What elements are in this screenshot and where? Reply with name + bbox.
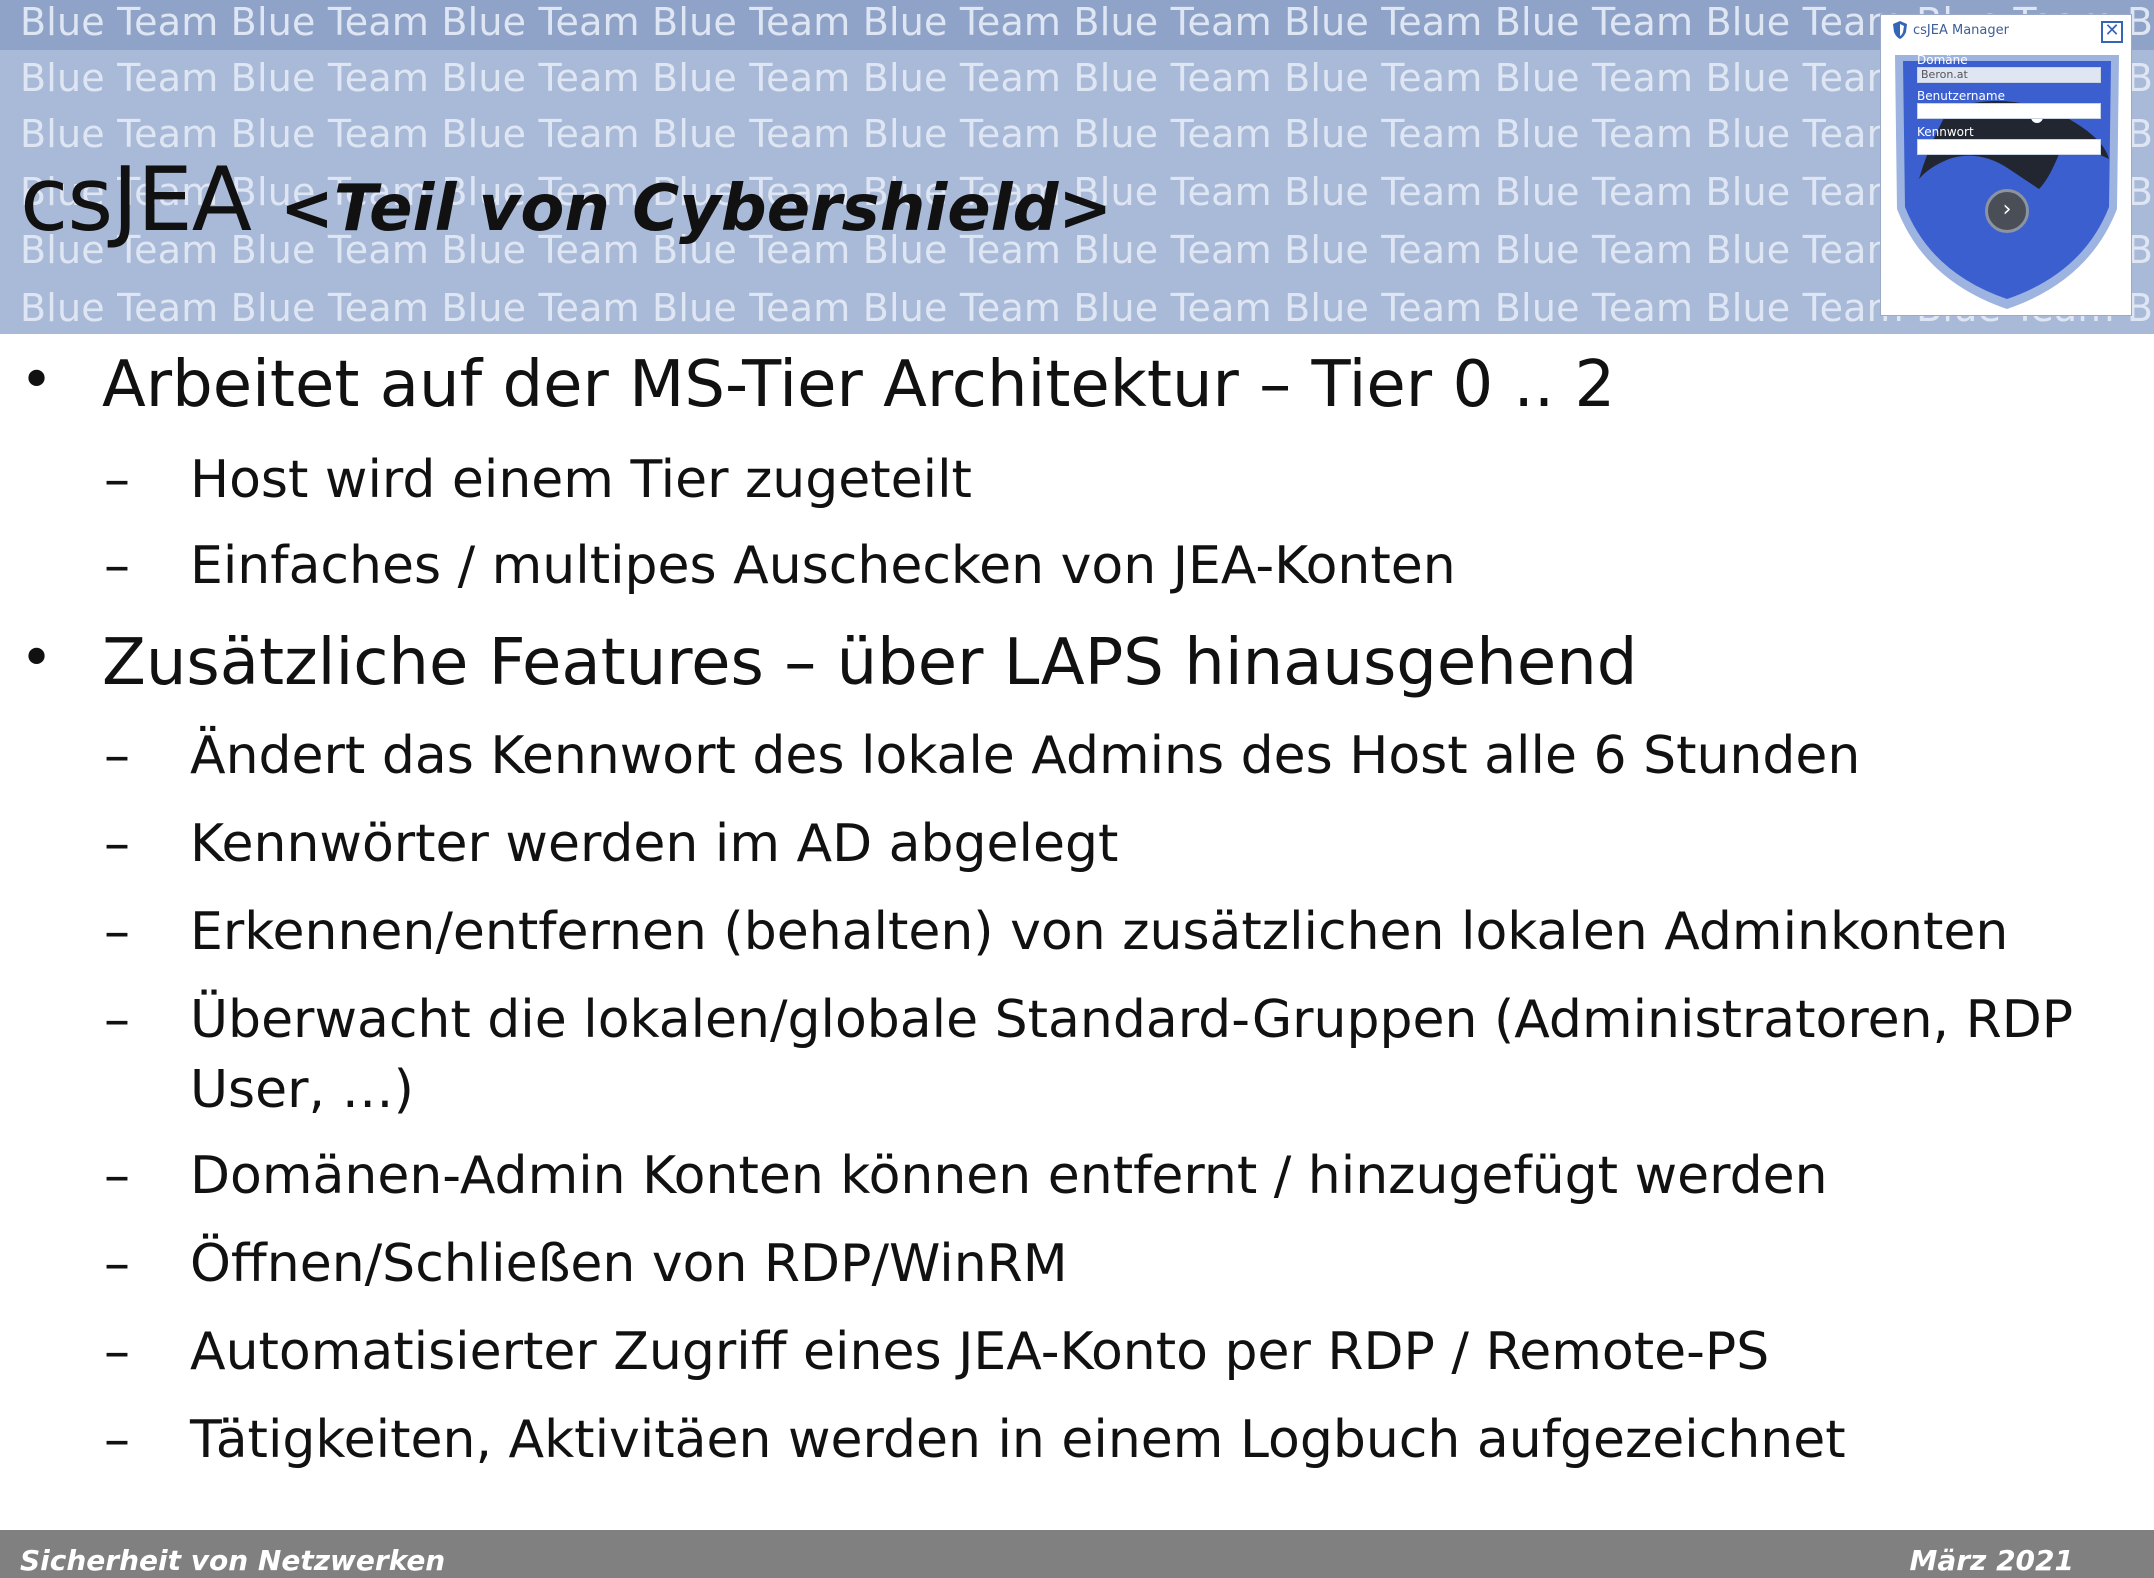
footer-date: März 2021 (1909, 1544, 2074, 1577)
dash-marker: – (104, 1322, 130, 1382)
sub-bullet-item-continuation: User, …) (190, 1060, 414, 1120)
slide-title: csJEA <Teil von Cybershield> (20, 148, 1112, 251)
username-label: Benutzername (1917, 89, 2005, 103)
dash-marker: – (104, 814, 130, 874)
username-field[interactable] (1917, 103, 2101, 119)
bullet-marker: • (20, 626, 54, 691)
close-button[interactable]: ✕ (2101, 21, 2123, 43)
sub-bullet-item: Ändert das Kennwort des lokale Admins de… (190, 726, 1861, 786)
dash-marker: – (104, 536, 130, 596)
password-field[interactable] (1917, 139, 2101, 155)
dash-marker: – (104, 902, 130, 962)
sub-bullet-item: Einfaches / multipes Auschecken von JEA-… (190, 536, 1456, 596)
dash-marker: – (104, 1234, 130, 1294)
csjea-manager-window: csJEA Manager ✕ Domäne Beron.at Benutzer… (1880, 14, 2132, 316)
sub-bullet-item: Host wird einem Tier zugeteilt (190, 450, 972, 510)
sub-bullet-item: Überwacht die lokalen/globale Standard-G… (190, 990, 2074, 1050)
domain-field[interactable]: Beron.at (1917, 67, 2101, 83)
sub-bullet-item: Kennwörter werden im AD abgelegt (190, 814, 1119, 874)
window-titlebar: csJEA Manager ✕ (1881, 15, 2131, 49)
shield-icon (1893, 21, 1907, 39)
watermark-row: Blue Team Blue Team Blue Team Blue Team … (20, 0, 2154, 44)
bullet-item: Zusätzliche Features – über LAPS hinausg… (102, 626, 1638, 700)
slide-header: Blue Team Blue Team Blue Team Blue Team … (0, 0, 2154, 334)
title-subtitle: <Teil von Cybershield> (280, 172, 1113, 246)
bullet-item: Arbeitet auf der MS-Tier Architektur – T… (102, 348, 1616, 422)
sub-bullet-item: Automatisierter Zugriff eines JEA-Konto … (190, 1322, 1770, 1382)
footer-course-title: Sicherheit von Netzwerken (20, 1544, 446, 1577)
sub-bullet-item: Domänen-Admin Konten können entfernt / h… (190, 1146, 1828, 1206)
title-main: csJEA (20, 148, 252, 251)
bullet-marker: • (20, 348, 54, 413)
window-title: csJEA Manager (1913, 23, 2009, 38)
dash-marker: – (104, 726, 130, 786)
watermark-row: Blue Team Blue Team Blue Team Blue Team … (20, 286, 2154, 330)
slide-footer: Sicherheit von Netzwerken März 2021 (0, 1530, 2154, 1578)
close-icon: ✕ (2104, 20, 2120, 41)
dash-marker: – (104, 1146, 130, 1206)
watermark-row: Blue Team Blue Team Blue Team Blue Team … (20, 56, 2154, 100)
dash-marker: – (104, 1410, 130, 1470)
dash-marker: – (104, 450, 130, 510)
password-label: Kennwort (1917, 125, 1974, 139)
login-button[interactable]: › (1985, 189, 2029, 233)
chevron-right-icon: › (2002, 197, 2012, 222)
sub-bullet-item: Tätigkeiten, Aktivitäen werden in einem … (190, 1410, 1846, 1470)
sub-bullet-item: Erkennen/entfernen (behalten) von zusätz… (190, 902, 2009, 962)
dash-marker: – (104, 990, 130, 1050)
domain-label: Domäne (1917, 53, 1968, 67)
sub-bullet-item: Öffnen/Schließen von RDP/WinRM (190, 1234, 1068, 1294)
